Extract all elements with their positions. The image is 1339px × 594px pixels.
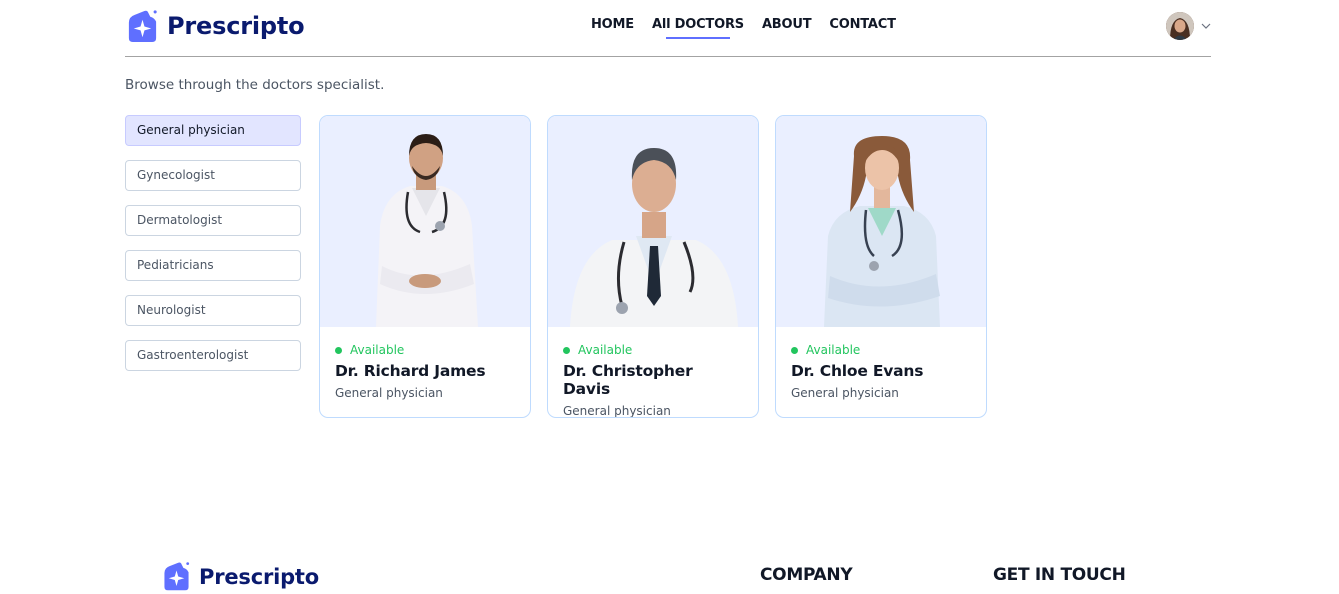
doctor-name: Dr. Chloe Evans <box>791 362 924 380</box>
nav-about[interactable]: ABOUT <box>762 17 812 32</box>
doctor-speciality: General physician <box>791 386 899 400</box>
filter-dermatologist[interactable]: Dermatologist <box>125 205 301 236</box>
availability-status: Available <box>335 343 515 357</box>
nav-home[interactable]: HOME <box>591 17 634 32</box>
filter-neurologist[interactable]: Neurologist <box>125 295 301 326</box>
doctor-info: Available Dr. Richard James General phys… <box>320 327 530 400</box>
availability-status: Available <box>791 343 971 357</box>
nav-contact[interactable]: CONTACT <box>829 17 896 32</box>
doctor-photo <box>320 116 530 327</box>
available-dot-icon <box>335 346 342 354</box>
doctor-card[interactable]: Available Dr. Chloe Evans General physic… <box>775 115 987 418</box>
chevron-down-icon <box>1201 23 1211 29</box>
available-dot-icon <box>563 346 570 354</box>
filter-pediatricians[interactable]: Pediatricians <box>125 250 301 281</box>
filter-general-physician[interactable]: General physician <box>125 115 301 146</box>
nav-all-doctors[interactable]: All DOCTORS <box>652 17 744 39</box>
doctor-info: Available Dr. Chloe Evans General physic… <box>776 327 986 400</box>
filter-gastroenterologist[interactable]: Gastroenterologist <box>125 340 301 371</box>
logo-mark-icon <box>128 9 157 42</box>
footer-brand-name: Prescripto <box>199 564 319 589</box>
profile-menu[interactable] <box>1166 12 1211 40</box>
brand-logo[interactable]: Prescripto <box>125 8 305 44</box>
doctor-card[interactable]: Available Dr. Christopher Davis General … <box>547 115 759 418</box>
availability-label: Available <box>350 343 405 357</box>
footer-company-heading: COMPANY <box>760 565 853 585</box>
page-subtitle: Browse through the doctors specialist. <box>125 77 385 93</box>
availability-label: Available <box>578 343 633 357</box>
availability-status: Available <box>563 343 743 357</box>
doctor-cards: Available Dr. Richard James General phys… <box>319 115 987 418</box>
avatar <box>1166 12 1194 40</box>
footer-brand-logo[interactable]: Prescripto <box>161 561 319 592</box>
doctor-name: Dr. Richard James <box>335 362 486 380</box>
doctor-card[interactable]: Available Dr. Richard James General phys… <box>319 115 531 418</box>
footer-contact-heading: GET IN TOUCH <box>993 565 1126 585</box>
logo-mark-icon <box>164 562 190 591</box>
nav-links: HOME All DOCTORS ABOUT CONTACT <box>591 17 914 39</box>
filter-gynecologist[interactable]: Gynecologist <box>125 160 301 191</box>
doctor-speciality: General physician <box>563 404 671 418</box>
availability-label: Available <box>806 343 861 357</box>
doctor-photo <box>548 116 758 327</box>
doctor-photo <box>776 116 986 327</box>
doctor-info: Available Dr. Christopher Davis General … <box>548 327 758 418</box>
speciality-filter-list: General physician Gynecologist Dermatolo… <box>125 115 301 385</box>
doctor-speciality: General physician <box>335 386 443 400</box>
doctor-name: Dr. Christopher Davis <box>563 362 693 398</box>
brand-name: Prescripto <box>167 12 305 40</box>
navbar: Prescripto HOME All DOCTORS ABOUT CONTAC… <box>125 0 1211 57</box>
available-dot-icon <box>791 346 798 354</box>
